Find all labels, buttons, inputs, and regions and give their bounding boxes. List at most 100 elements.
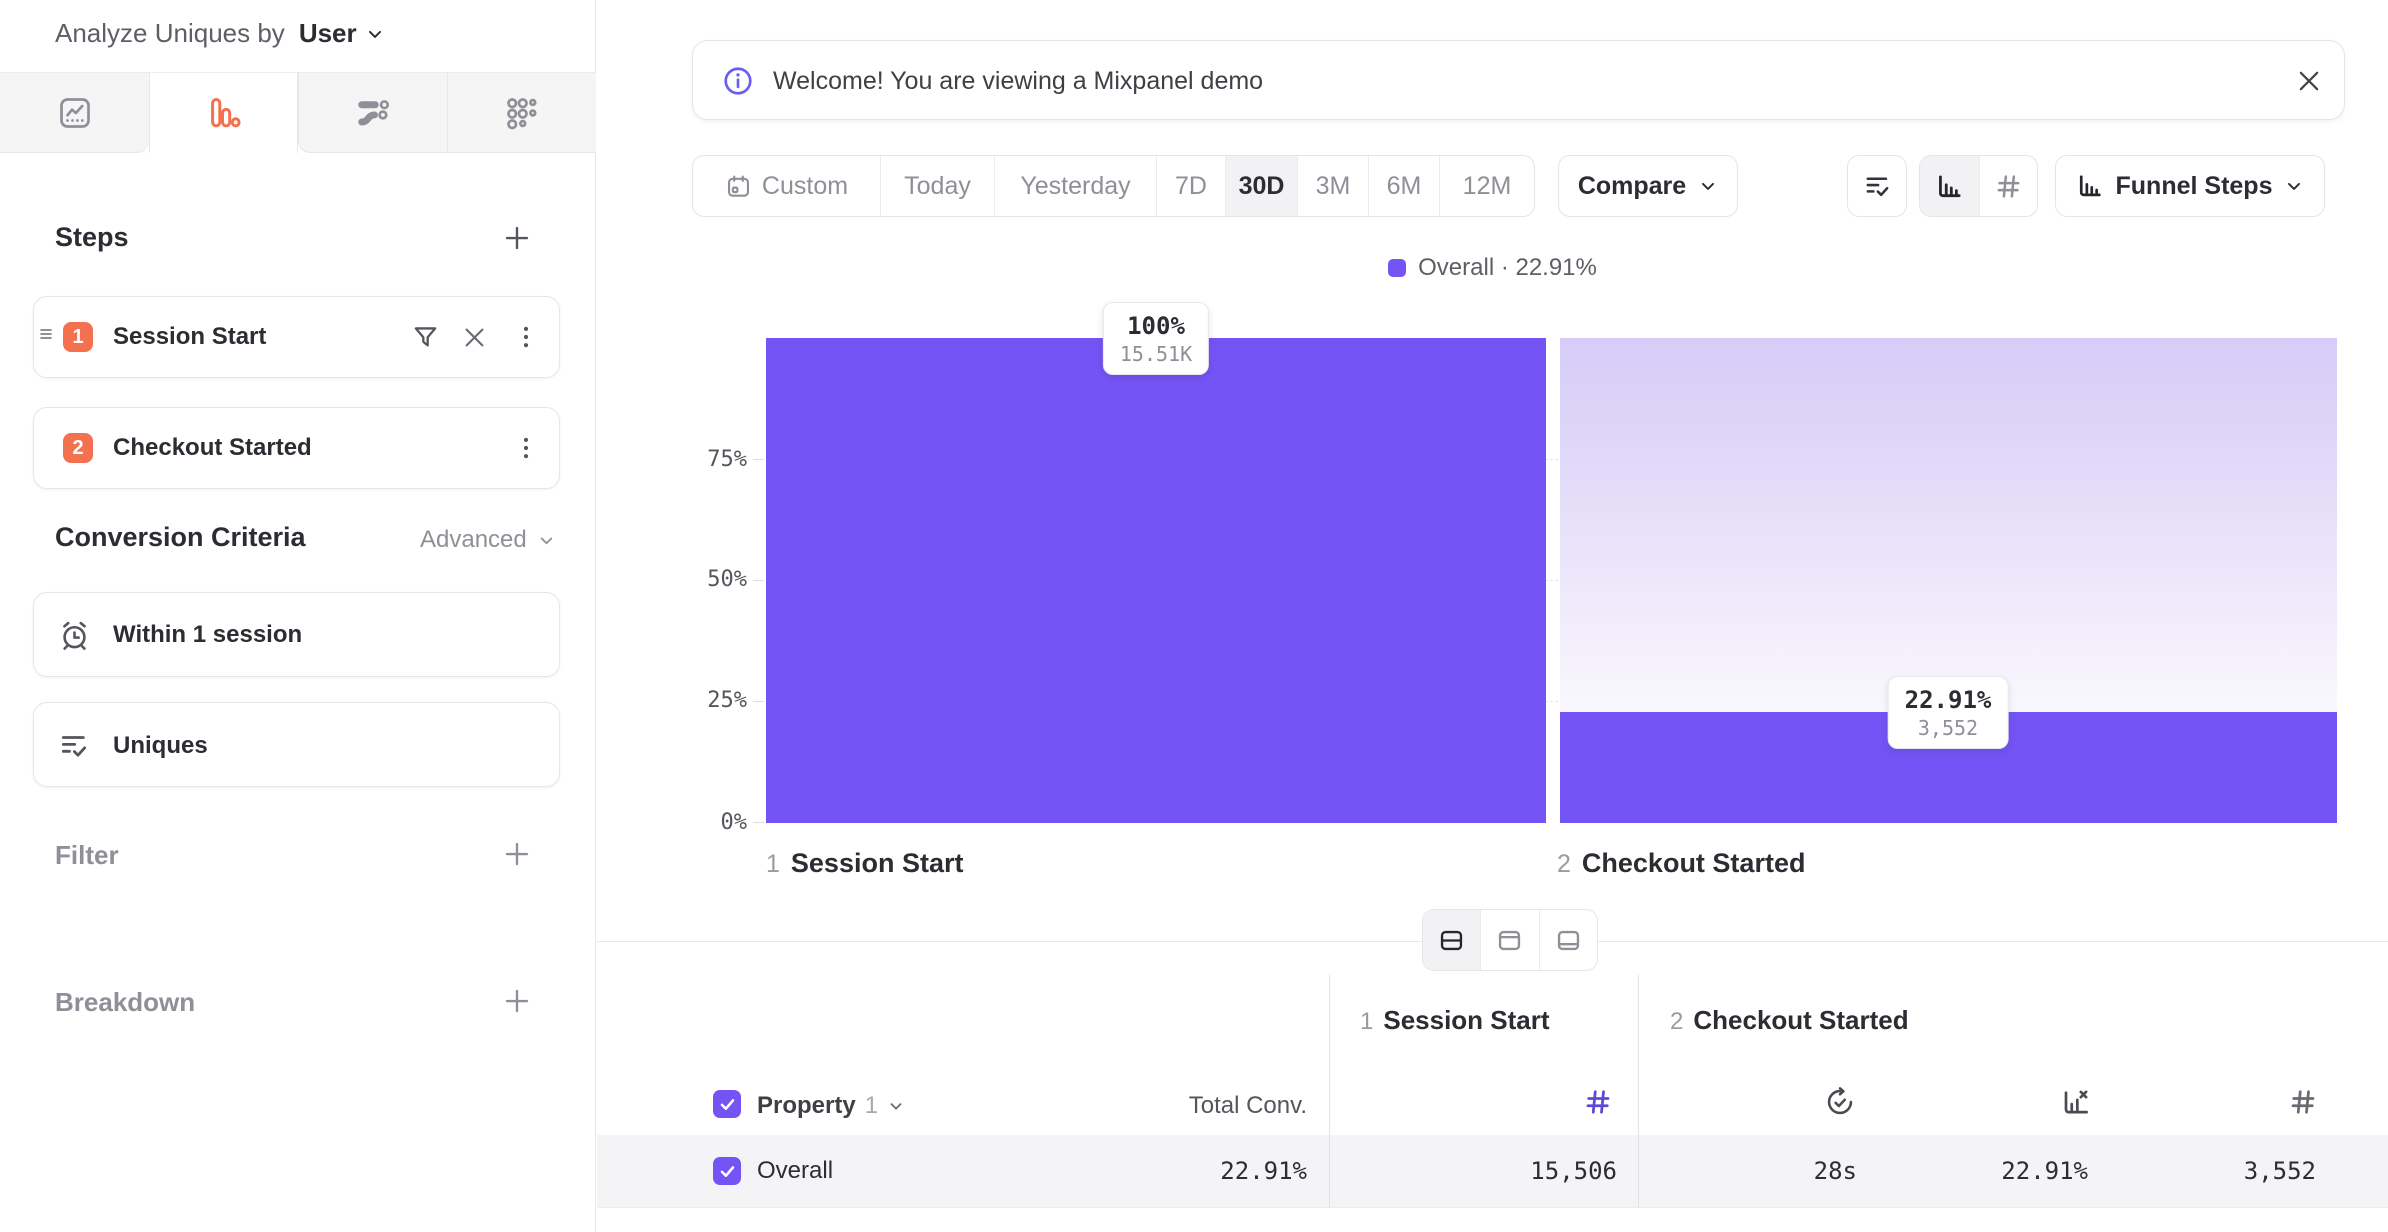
check-icon: [718, 1162, 737, 1181]
date-range-30d[interactable]: 30D: [1225, 156, 1297, 216]
tooltip-count: 3,552: [1905, 715, 1992, 741]
select-all-checkbox[interactable]: [713, 1090, 741, 1118]
toggle-hash-numbers[interactable]: [1979, 156, 2038, 216]
step-event-label: Session Start: [113, 323, 266, 351]
layout-toggle: [1422, 909, 1598, 971]
metrics-list-button[interactable]: [1847, 155, 1907, 217]
x-axis-step-label: 2 Checkout Started: [1557, 848, 1805, 879]
step-number: 1: [766, 850, 780, 879]
row-name: Overall: [757, 1157, 833, 1185]
date-range-custom[interactable]: Custom: [693, 156, 880, 216]
layout-chart-only-button[interactable]: [1480, 910, 1538, 970]
check-icon: [718, 1095, 737, 1114]
step2-count-value: 3,552: [2056, 1157, 2316, 1185]
checkout-count-icon[interactable]: [2288, 1087, 2318, 1117]
step-name: Checkout Started: [1582, 848, 1806, 879]
tab-insights[interactable]: [0, 73, 149, 153]
compare-label: Compare: [1578, 172, 1686, 201]
y-axis-tick-label: 50%: [667, 566, 747, 594]
filter-icon[interactable]: [411, 323, 440, 352]
flows-icon: [355, 95, 391, 131]
list-check-icon: [1863, 172, 1892, 201]
date-range-today[interactable]: Today: [880, 156, 994, 216]
view-type-label: Funnel Steps: [2116, 172, 2273, 201]
column-divider: [1329, 975, 1330, 1207]
tooltip-percent: 100%: [1120, 311, 1192, 341]
property-dropdown[interactable]: Property 1: [757, 1092, 905, 1120]
analyze-by-label: Analyze Uniques by: [55, 18, 285, 49]
advanced-dropdown[interactable]: Advanced: [420, 526, 556, 554]
compare-button[interactable]: Compare: [1558, 155, 1738, 217]
chevron-down-icon: [1698, 176, 1718, 196]
filter-title: Filter: [55, 840, 119, 871]
drag-handle-icon[interactable]: [38, 325, 56, 343]
time-to-convert-icon[interactable]: [1824, 1086, 1856, 1118]
layout-table-only-button[interactable]: [1539, 910, 1597, 970]
breakdown-title: Breakdown: [55, 987, 195, 1018]
report-type-tabs: [0, 72, 596, 154]
remove-step-icon[interactable]: [461, 324, 488, 351]
step-kebab-menu-icon[interactable]: [512, 323, 540, 351]
time-to-convert-value: 28s: [1597, 1157, 1857, 1185]
row-checkbox[interactable]: [713, 1157, 741, 1185]
chart-legend[interactable]: Overall · 22.91%: [597, 254, 2388, 282]
group-number: 1: [1360, 1008, 1373, 1036]
conversion-criteria-title: Conversion Criteria: [55, 522, 306, 553]
add-step-button[interactable]: [501, 222, 533, 254]
conversion-window-card[interactable]: Within 1 session: [33, 592, 560, 677]
bar-chart-icon: [1935, 172, 1964, 201]
tab-flows[interactable]: [298, 73, 447, 153]
date-range-control: Custom Today Yesterday 7D 30D 3M 6M 12M: [692, 155, 1535, 217]
date-range-label: Today: [904, 172, 971, 201]
layout-top-bar-icon: [1496, 927, 1523, 954]
date-range-7d[interactable]: 7D: [1156, 156, 1225, 216]
mixpanel-funnel-report: Analyze Uniques by User: [0, 0, 2388, 1232]
tab-retention[interactable]: [447, 73, 596, 153]
list-check-icon: [58, 730, 90, 762]
date-range-yesterday[interactable]: Yesterday: [994, 156, 1156, 216]
tab-funnels[interactable]: [149, 73, 298, 153]
step-kebab-menu-icon[interactable]: [512, 434, 540, 462]
total-conv-value: 22.91%: [1047, 1157, 1307, 1185]
date-range-label: 30D: [1239, 172, 1285, 201]
property-label: Property: [757, 1092, 856, 1120]
plus-icon: [502, 223, 532, 253]
advanced-label: Advanced: [420, 526, 527, 554]
plus-icon: [502, 986, 532, 1016]
date-range-12m[interactable]: 12M: [1439, 156, 1534, 216]
date-range-6m[interactable]: 6M: [1368, 156, 1439, 216]
step-card-2[interactable]: 2 Checkout Started: [33, 407, 560, 489]
view-type-dropdown[interactable]: Funnel Steps: [2055, 155, 2325, 217]
chevron-down-icon: [887, 1097, 905, 1115]
date-range-label: 6M: [1387, 172, 1422, 201]
counting-method-card[interactable]: Uniques: [33, 702, 560, 787]
add-breakdown-button[interactable]: [501, 985, 533, 1017]
counting-method-label: Uniques: [113, 732, 208, 760]
y-axis-tick: [753, 459, 764, 460]
close-icon[interactable]: [2295, 67, 2323, 95]
toggle-percent-bars[interactable]: [1920, 156, 1979, 216]
welcome-message: Welcome! You are viewing a Mixpanel demo: [773, 67, 1263, 96]
chevron-down-icon: [2284, 176, 2304, 196]
funnel-bar-step-1[interactable]: [766, 338, 1546, 823]
y-axis-tick: [753, 580, 764, 581]
conversion-rate-icon[interactable]: [2060, 1086, 2092, 1118]
date-range-3m[interactable]: 3M: [1297, 156, 1368, 216]
retention-icon: [504, 95, 540, 131]
step1-count-value: 15,506: [1357, 1157, 1617, 1185]
column-group-session-start: 1 Session Start: [1360, 1005, 1550, 1036]
analyze-by-dropdown[interactable]: User: [299, 18, 385, 49]
legend-swatch: [1388, 259, 1406, 277]
plus-icon: [502, 839, 532, 869]
info-icon: [722, 65, 754, 97]
legend-label: Overall · 22.91%: [1418, 254, 1597, 282]
steps-title: Steps: [55, 222, 129, 253]
session-start-count-icon[interactable]: [1583, 1087, 1613, 1117]
layout-split-button[interactable]: [1423, 910, 1480, 970]
step2-rate-value: 22.91%: [1828, 1157, 2088, 1185]
y-axis-tick-label: 0%: [667, 809, 747, 837]
y-axis-tick-label: 25%: [667, 687, 747, 715]
step-card-1[interactable]: 1 Session Start: [33, 296, 560, 378]
add-filter-button[interactable]: [501, 838, 533, 870]
layout-split-icon: [1438, 927, 1465, 954]
